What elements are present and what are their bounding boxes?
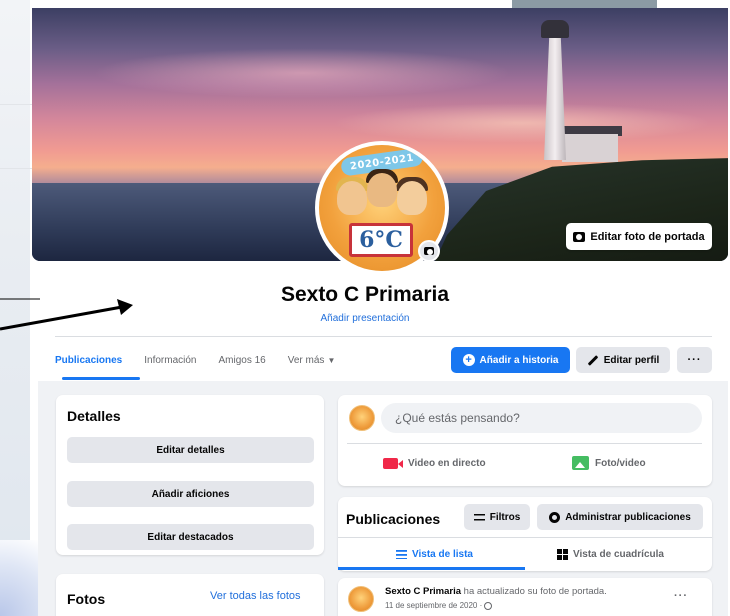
add-hobbies-button[interactable]: Añadir aficiones (67, 481, 314, 507)
pencil-icon (587, 354, 599, 366)
composer-input[interactable]: ¿Qué estás pensando? (381, 403, 702, 433)
tab-informacion[interactable]: Información (144, 351, 196, 370)
post-card (338, 578, 712, 616)
post-more-button[interactable]: ··· (674, 590, 688, 602)
edit-details-button[interactable]: Editar detalles (67, 437, 314, 463)
tab-ver-mas[interactable]: Ver más ▼ (288, 351, 336, 370)
edit-featured-button[interactable]: Editar destacados (67, 524, 314, 550)
avatar-kid (397, 181, 427, 215)
cover-cloud (332, 103, 712, 143)
live-video-icon (383, 457, 403, 469)
live-video-button[interactable]: Video en directo (383, 451, 486, 475)
sliders-icon (473, 513, 485, 521)
add-to-story-label: Añadir a historia (479, 354, 559, 366)
edit-cover-photo-label: Editar foto de portada (590, 230, 705, 243)
composer-avatar (349, 405, 375, 431)
post-header-text: Sexto C Primaria ha actualizado su foto … (385, 586, 607, 597)
camera-icon (424, 247, 434, 255)
post-action-text: ha actualizado su foto de portada. (461, 586, 607, 597)
post-author-name[interactable]: Sexto C Primaria (385, 586, 461, 597)
photo-video-icon (572, 456, 589, 470)
active-view-indicator (338, 567, 525, 570)
list-view-tab[interactable]: Vista de lista (396, 540, 473, 568)
posts-card-divider (338, 537, 712, 538)
tab-publicaciones[interactable]: Publicaciones (55, 351, 122, 370)
list-view-label: Vista de lista (412, 548, 473, 560)
edit-cover-photo-button[interactable]: Editar foto de portada (566, 223, 712, 250)
manage-posts-label: Administrar publicaciones (565, 511, 691, 523)
filters-label: Filtros (489, 511, 521, 523)
active-tab-indicator (62, 377, 140, 380)
gear-icon (549, 511, 561, 523)
update-avatar-button[interactable] (418, 240, 440, 262)
profile-tabs: Publicaciones Información Amigos 16 Ver … (55, 346, 357, 374)
caret-down-icon: ▼ (327, 355, 336, 365)
photos-title: Fotos (67, 591, 106, 607)
avatar-class-board: 6°C (349, 223, 413, 257)
plus-circle-icon: + (462, 354, 475, 366)
edit-profile-label: Editar perfil (603, 354, 660, 366)
more-options-button[interactable]: ··· (677, 347, 712, 373)
details-title: Detalles (67, 408, 121, 424)
post-author-avatar[interactable] (348, 586, 374, 612)
grid-view-tab[interactable]: Vista de cuadrícula (557, 540, 664, 568)
background-fragment-top (512, 0, 657, 8)
grid-view-label: Vista de cuadrícula (573, 548, 664, 560)
post-timestamp[interactable]: 11 de septiembre de 2020 · (385, 601, 493, 610)
post-date-text: 11 de septiembre de 2020 · (385, 601, 483, 610)
posts-title: Publicaciones (346, 511, 441, 527)
grid-icon (557, 548, 568, 560)
add-bio-link[interactable]: Añadir presentación (0, 313, 730, 324)
globe-icon (484, 601, 493, 610)
edit-profile-button[interactable]: Editar perfil (576, 347, 670, 373)
cover-lighthouse (544, 30, 566, 160)
composer-divider (347, 443, 702, 444)
photo-video-button[interactable]: Foto/video (572, 451, 646, 475)
tab-amigos[interactable]: Amigos 16 (219, 351, 266, 370)
photo-video-label: Foto/video (595, 457, 646, 469)
camera-icon (573, 231, 586, 242)
avatar-kid (337, 181, 367, 215)
avatar-kid (367, 173, 397, 207)
cover-lighthouse-lantern (541, 20, 569, 38)
tabs-divider (55, 336, 712, 337)
see-all-photos-link[interactable]: Ver todas las fotos (210, 590, 301, 602)
add-to-story-button[interactable]: + Añadir a historia (451, 347, 570, 373)
tab-ver-mas-label: Ver más (287, 354, 325, 366)
cover-cloud (92, 48, 512, 98)
manage-posts-button[interactable]: Administrar publicaciones (537, 504, 703, 530)
profile-name: Sexto C Primaria (280, 283, 450, 306)
cover-house (562, 134, 618, 162)
list-icon (396, 549, 407, 559)
filters-button[interactable]: Filtros (464, 504, 530, 530)
background-fragment-bottom-left (0, 540, 40, 616)
live-video-label: Video en directo (408, 457, 486, 469)
